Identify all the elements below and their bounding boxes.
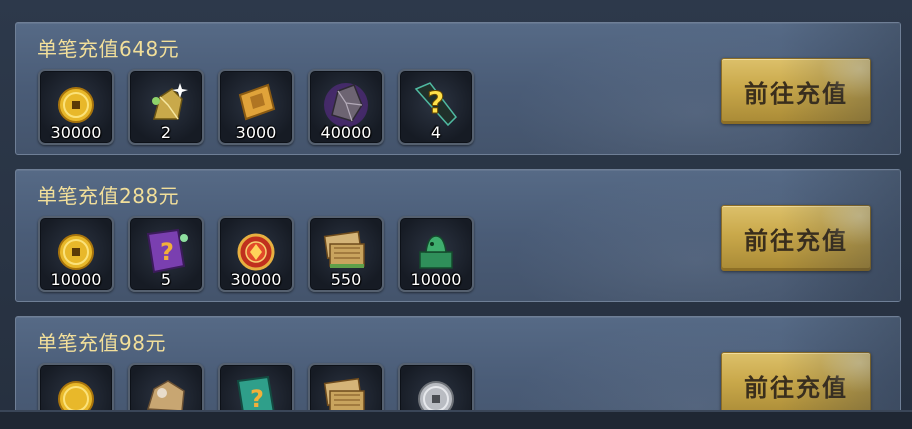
reward-item-slot[interactable]: ? 5: [128, 216, 204, 292]
reward-item-slot[interactable]: [308, 363, 384, 410]
gold-coin-icon: [58, 381, 94, 410]
reward-item-slot[interactable]: 550: [308, 216, 384, 292]
reward-tier-card: 单笔充值648元 30000 2 3000 40000 ? 4 前往充值: [15, 22, 901, 155]
reward-item-slot[interactable]: ? 4: [398, 69, 474, 145]
tier-title: 单笔充值648元: [37, 37, 180, 61]
reward-item-slot[interactable]: [128, 363, 204, 410]
item-quantity: 40000: [320, 123, 372, 142]
recharge-panel: 单笔充值648元 30000 2 3000 40000 ? 4 前往充值 单笔充…: [0, 0, 912, 429]
go-recharge-button[interactable]: 前往充值: [721, 205, 871, 271]
tier-title: 单笔充值288元: [37, 184, 180, 208]
item-quantity: 10000: [50, 270, 102, 289]
go-recharge-button[interactable]: 前往充值: [721, 352, 871, 410]
item-quantity: 550: [330, 270, 362, 289]
reward-tier-card: 单笔充值288元 10000 ? 5 30000 550 10000 前往充值: [15, 169, 901, 302]
svg-text:?: ?: [427, 86, 444, 121]
panel-bottom-edge: [0, 410, 912, 429]
svg-text:?: ?: [250, 385, 264, 410]
reward-item-slot[interactable]: [398, 363, 474, 410]
go-recharge-button[interactable]: 前往充值: [721, 58, 871, 124]
reward-item-slot[interactable]: ?: [218, 363, 294, 410]
item-quantity: 3000: [235, 123, 277, 142]
bamboo-scrolls-icon: [323, 377, 365, 410]
reward-item-slot[interactable]: 40000: [308, 69, 384, 145]
svg-text:?: ?: [160, 238, 174, 266]
reward-item-slot[interactable]: [38, 363, 114, 410]
reward-item-slot[interactable]: 2: [128, 69, 204, 145]
reward-item-slot[interactable]: 3000: [218, 69, 294, 145]
item-quantity: 10000: [410, 270, 462, 289]
reward-item-slot[interactable]: 10000: [398, 216, 474, 292]
silver-coin-icon: [418, 381, 454, 410]
reward-item-slot[interactable]: 10000: [38, 216, 114, 292]
reward-item-slot[interactable]: 30000: [38, 69, 114, 145]
item-quantity: 30000: [230, 270, 282, 289]
item-quantity: 30000: [50, 123, 102, 142]
item-quantity: 4: [430, 123, 442, 142]
reward-tier-list[interactable]: 单笔充值648元 30000 2 3000 40000 ? 4 前往充值 单笔充…: [0, 0, 912, 410]
green-mystery-book-icon: ?: [236, 375, 275, 410]
reward-item-slot[interactable]: 30000: [218, 216, 294, 292]
item-quantity: 5: [160, 270, 172, 289]
item-quantity: 2: [160, 123, 172, 142]
raw-ore-icon: [147, 380, 185, 410]
tier-title: 单笔充值98元: [37, 331, 166, 355]
reward-tier-card: 单笔充值98元 ? 前往充值: [15, 316, 901, 410]
